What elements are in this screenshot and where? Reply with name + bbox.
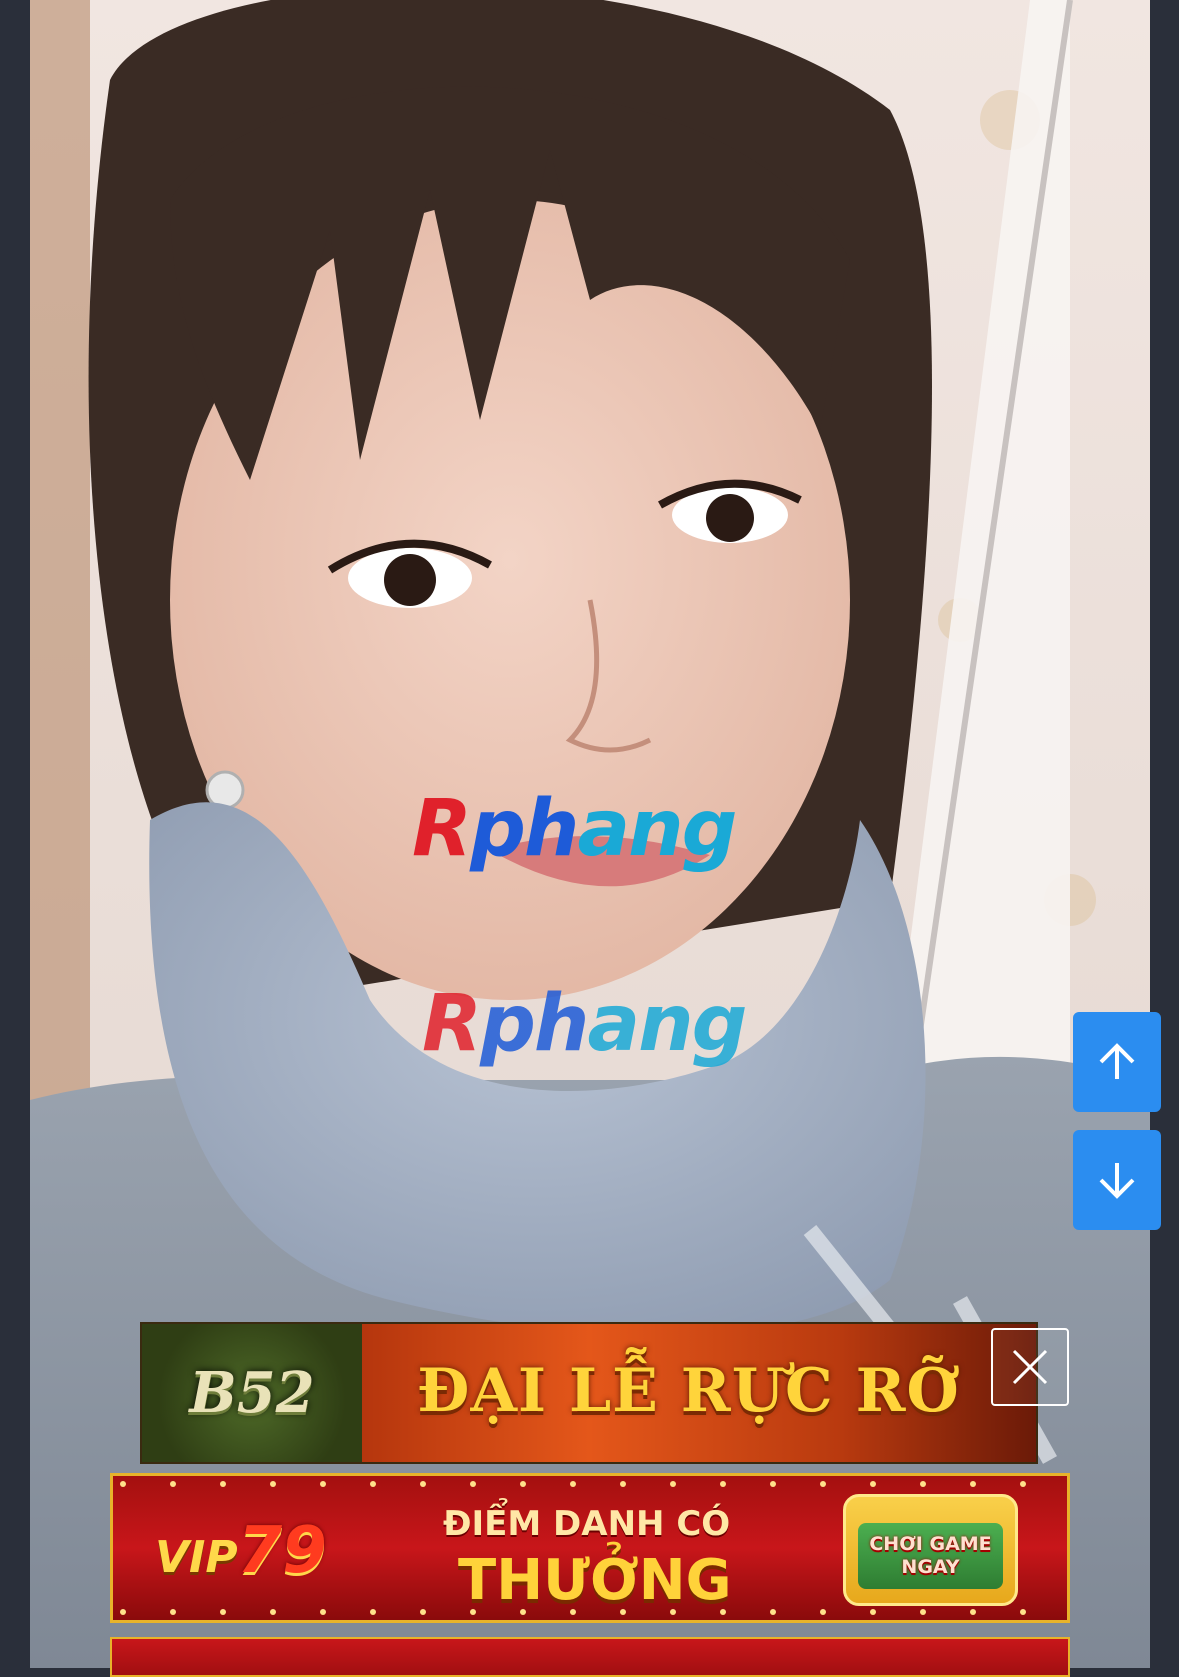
close-icon [1012, 1349, 1048, 1385]
arrow-down-icon [1099, 1163, 1135, 1199]
third-ad-banner[interactable] [110, 1637, 1070, 1677]
close-ad-button[interactable] [991, 1328, 1069, 1406]
vip79-logo: VIP79 [155, 1514, 327, 1588]
watermark-text-secondary: Rphang [422, 979, 747, 1069]
play-game-label-line2: NGAY [901, 1556, 960, 1578]
watermark-logo: Rphang [412, 790, 737, 868]
vip79-headline-line2: THƯỞNG [458, 1548, 732, 1613]
vip79-logo-prefix: VIP [155, 1532, 238, 1583]
b52-logo-text: B52 [189, 1360, 315, 1426]
play-game-label-line1: CHƠI GAME [869, 1533, 992, 1556]
vip79-logo-number: 79 [237, 1514, 327, 1588]
scroll-up-button[interactable] [1073, 1012, 1161, 1112]
play-game-button-face: CHƠI GAME NGAY [858, 1523, 1003, 1589]
play-game-button[interactable]: CHƠI GAME NGAY [843, 1494, 1018, 1606]
watermark-text: Rphang [412, 784, 737, 874]
vip79-headline-line1: ĐIỂM DANH CÓ [443, 1504, 731, 1544]
watermark-logo-secondary: Rphang [422, 985, 747, 1063]
b52-headline: ĐẠI LỄ RỰC RỠ [417, 1356, 960, 1426]
vip79-ad-banner[interactable]: VIP79 ĐIỂM DANH CÓ THƯỞNG CHƠI GAME NGAY [110, 1473, 1070, 1623]
b52-logo: B52 [142, 1324, 362, 1462]
viewer-frame: Rphang Rphang B52 ĐẠI LỄ RỰC RỠ VIP79 ĐI… [0, 0, 1179, 1677]
scroll-down-button[interactable] [1073, 1130, 1161, 1230]
arrow-up-icon [1099, 1043, 1135, 1079]
b52-ad-banner[interactable]: B52 ĐẠI LỄ RỰC RỠ [140, 1322, 1038, 1464]
